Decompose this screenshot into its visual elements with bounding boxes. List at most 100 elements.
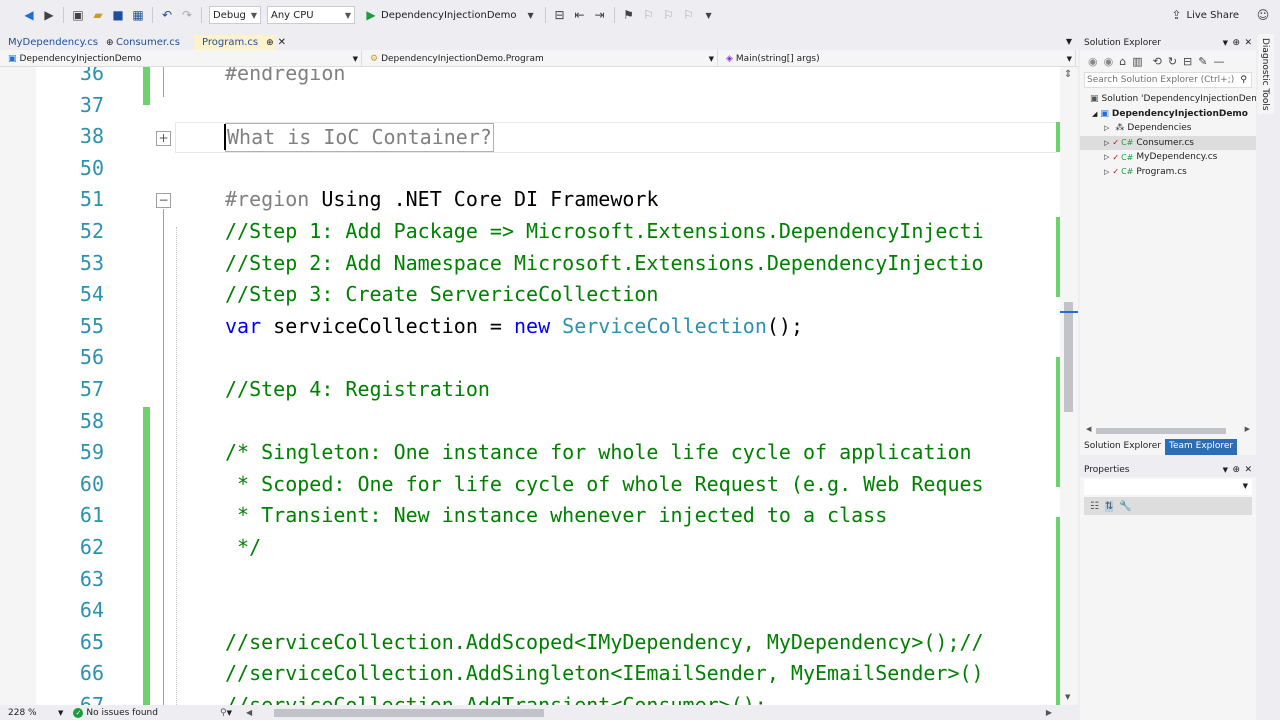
undo-icon[interactable]: ↶	[158, 6, 176, 24]
split-icon[interactable]: ⇕	[1064, 69, 1072, 80]
pin-icon[interactable]: ⊕	[1232, 465, 1240, 475]
bookmark-icon[interactable]: ⚑	[620, 6, 638, 24]
tree-item-label: MyDependency.cs	[1136, 152, 1218, 163]
class-dropdown[interactable]: ⚙ DependencyInjectionDemo.Program ▼	[362, 50, 718, 67]
tab-team-explorer[interactable]: Team Explorer	[1165, 439, 1238, 455]
tab-solution-explorer[interactable]: Solution Explorer	[1080, 439, 1165, 455]
feedback-icon[interactable]: ☺	[1254, 6, 1272, 24]
chevron-down-icon[interactable]: ▼	[522, 6, 540, 24]
platform-select[interactable]: Any CPU ▼	[267, 6, 355, 24]
collapse-all-icon[interactable]: ⊟	[1183, 55, 1192, 68]
member-dropdown[interactable]: ◈ Main(string[] args) ▼	[718, 50, 1076, 67]
collapsed-triangle-icon[interactable]: ▷	[1104, 168, 1109, 176]
checkin-icon: ✓	[1112, 152, 1120, 162]
expand-triangle-icon[interactable]: ◢	[1092, 110, 1097, 118]
start-debugging-icon[interactable]: ▶	[362, 6, 380, 24]
search-icon[interactable]: ⚲	[1240, 75, 1247, 85]
clear-bookmarks-icon[interactable]: ⚐	[680, 6, 698, 24]
property-pages-icon[interactable]: 🔧	[1119, 501, 1131, 512]
switch-views-icon[interactable]: ▥	[1132, 55, 1142, 68]
start-project-button[interactable]: DependencyInjectionDemo	[381, 10, 517, 21]
properties-object-select[interactable]: ▼	[1084, 479, 1252, 495]
code-line: 66 //serviceCollection.AddSingleton<IEma…	[0, 658, 1060, 690]
issues-status[interactable]: No issues found	[86, 708, 158, 718]
search-solution-explorer[interactable]: Search Solution Explorer (Ctrl+;) ⚲	[1084, 72, 1252, 88]
scroll-down-icon[interactable]: ▼	[1065, 693, 1070, 701]
close-icon[interactable]: ✕	[1244, 465, 1252, 475]
zoom-level[interactable]: 228 %	[8, 708, 58, 718]
live-share-button[interactable]: Live Share	[1187, 10, 1239, 21]
pin-icon[interactable]: ⊕	[266, 38, 274, 48]
preview-icon[interactable]: —	[1213, 55, 1224, 68]
prev-bookmark-icon[interactable]: ⚐	[640, 6, 658, 24]
configuration-select[interactable]: Debug ▼	[209, 6, 261, 24]
open-file-icon[interactable]: ▰	[89, 6, 107, 24]
properties-icon[interactable]: ✎	[1198, 55, 1207, 68]
brush-icon[interactable]: ⚲	[220, 708, 227, 718]
live-share-icon[interactable]: ⇪	[1168, 6, 1186, 24]
separator	[152, 7, 153, 23]
scroll-left-icon[interactable]: ◀	[246, 708, 252, 717]
chevron-down-icon[interactable]: ▼	[700, 6, 718, 24]
categorized-icon[interactable]: ☷	[1090, 501, 1099, 512]
breakpoint-icon[interactable]: ⊟	[551, 6, 569, 24]
solution-explorer-scrollbar[interactable]: ◀ ▶	[1086, 425, 1250, 435]
refresh-icon[interactable]: ↻	[1168, 55, 1177, 68]
tab-program[interactable]: Program.cs ⊕ ✕	[194, 35, 286, 50]
chevron-down-icon[interactable]: ▼	[1223, 39, 1228, 47]
forward-icon[interactable]: ▶	[40, 6, 58, 24]
close-icon[interactable]: ✕	[1244, 38, 1252, 48]
back-icon[interactable]: ◀	[20, 6, 38, 24]
diagnostic-tools-tab[interactable]: Diagnostic Tools	[1258, 34, 1274, 114]
tree-item-mydependency[interactable]: ▷ ✓ C# MyDependency.cs	[1080, 150, 1256, 165]
scroll-right-icon[interactable]: ▶	[1245, 425, 1250, 433]
code-editor[interactable]: + − 36 #endregion 37 38 What is IoC Cont…	[0, 67, 1060, 705]
tree-item-dependencies[interactable]: ▷ ⁂ Dependencies	[1080, 121, 1256, 136]
scrollbar-thumb[interactable]	[1096, 428, 1226, 434]
collapsed-triangle-icon[interactable]: ▷	[1104, 139, 1109, 147]
line-number: 64	[79, 598, 104, 623]
save-all-icon[interactable]: ▦	[129, 6, 147, 24]
redo-icon[interactable]: ↷	[178, 6, 196, 24]
collapsed-triangle-icon[interactable]: ▷	[1104, 124, 1109, 132]
region-name: Using .NET Core DI Framework	[309, 187, 659, 212]
project-dropdown[interactable]: ▣ DependencyInjectionDemo ▼	[0, 50, 362, 67]
code-text: serviceCollection =	[261, 313, 514, 338]
new-project-icon[interactable]: ▣	[69, 6, 87, 24]
scroll-left-icon[interactable]: ◀	[1086, 425, 1091, 433]
alphabetical-icon[interactable]: ⇅	[1104, 500, 1114, 512]
scroll-right-icon[interactable]: ▶	[1046, 708, 1052, 717]
csharp-file-icon: C#	[1121, 152, 1134, 162]
chevron-down-icon[interactable]: ▼	[1066, 37, 1072, 50]
chevron-down-icon[interactable]: ▼	[227, 709, 232, 717]
tree-solution[interactable]: ▣ Solution 'DependencyInjectionDemo' (	[1080, 92, 1274, 107]
collapsed-region[interactable]: What is IoC Container?	[225, 123, 494, 153]
tree-item-label: Program.cs	[1136, 166, 1187, 177]
search-placeholder: Search Solution Explorer (Ctrl+;)	[1087, 75, 1235, 85]
pin-icon[interactable]: ⊕	[1232, 38, 1240, 48]
sync-icon[interactable]: ⟲	[1153, 55, 1162, 68]
tree-item-program[interactable]: ▷ ✓ C# Program.cs	[1080, 165, 1256, 180]
outdent-icon[interactable]: ⇥	[591, 6, 609, 24]
chevron-down-icon[interactable]: ▼	[58, 709, 63, 717]
horizontal-scrollbar-thumb[interactable]	[274, 708, 545, 717]
tab-mydependency[interactable]: MyDependency.cs ⊕	[0, 35, 114, 50]
back-icon[interactable]: ◉	[1088, 55, 1098, 68]
indent-icon[interactable]: ⇤	[571, 6, 589, 24]
tree-item-consumer[interactable]: ▷ ✓ C# Consumer.cs	[1080, 135, 1256, 150]
collapsed-triangle-icon[interactable]: ▷	[1104, 153, 1109, 161]
editor-vertical-scrollbar[interactable]: ⇕ ▼	[1060, 67, 1078, 705]
tab-label: Team Explorer	[1169, 441, 1234, 451]
tab-consumer[interactable]: Consumer.cs	[108, 35, 194, 50]
forward-icon[interactable]: ◉	[1104, 55, 1114, 68]
line-number: 67	[79, 693, 104, 705]
line-number: 57	[79, 377, 104, 401]
next-bookmark-icon[interactable]: ⚐	[660, 6, 678, 24]
scrollbar-thumb[interactable]	[1064, 302, 1073, 412]
chevron-down-icon[interactable]: ▼	[1223, 466, 1228, 474]
home-icon[interactable]: ⌂	[1119, 55, 1126, 68]
solution-explorer-header: Solution Explorer ▼ ⊕ ✕	[1080, 35, 1256, 50]
save-icon[interactable]: ■	[109, 6, 127, 24]
tree-project[interactable]: ◢ ▣ DependencyInjectionDemo	[1080, 107, 1256, 122]
main-toolbar: ◀ ▶ ▣ ▰ ■ ▦ ↶ ↷ Debug ▼ Any CPU ▼ ▶ Depend…	[0, 0, 1280, 30]
